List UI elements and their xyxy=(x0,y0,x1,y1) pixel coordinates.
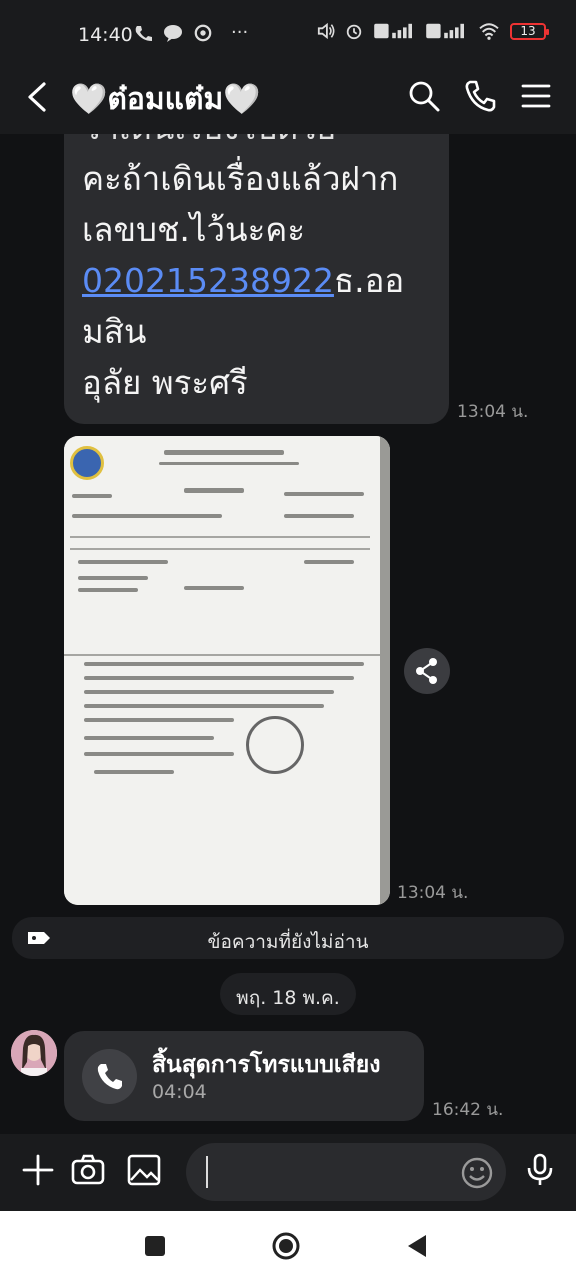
date-label: พฤ. 18 พ.ค. xyxy=(236,987,340,1009)
doc-text-line xyxy=(84,704,324,708)
doc-text-line xyxy=(84,718,234,722)
system-nav-bar xyxy=(0,1211,576,1280)
message-text: ว่าเดินเรื่องไปด้วย คะถ้าเดินเรื่องแล้วฝ… xyxy=(82,108,442,408)
call-time: 16:42 น. xyxy=(432,1100,504,1120)
battery-indicator: 13 xyxy=(510,22,549,40)
message-line: อุลัย พระศรี xyxy=(82,363,248,402)
doc-text-line xyxy=(284,514,354,518)
doc-text-line xyxy=(304,560,354,564)
vibrate-icon xyxy=(317,22,335,40)
message-line: เลขบช.ไว้นะคะ xyxy=(82,210,306,249)
photo-time: 13:04 น. xyxy=(397,883,469,903)
back-arrow-icon[interactable] xyxy=(22,78,56,116)
avatar[interactable] xyxy=(11,1030,57,1076)
share-button[interactable] xyxy=(404,648,450,694)
lte-signal-icon xyxy=(374,23,412,39)
wifi-icon xyxy=(479,23,499,40)
doc-text-line xyxy=(164,450,284,455)
doc-text-line xyxy=(84,752,234,756)
avatar-image xyxy=(11,1030,57,1076)
message-input-bar xyxy=(0,1134,576,1211)
chrome-status-icon xyxy=(194,24,212,41)
chat-header: 🤍ต๋อมแต๋ม🤍 xyxy=(0,60,576,134)
more-notifications-icon: ··· xyxy=(231,22,249,43)
gallery-icon[interactable] xyxy=(126,1152,162,1188)
text-caret xyxy=(206,1156,208,1188)
doc-text-line xyxy=(78,560,168,564)
doc-text-line xyxy=(159,462,299,465)
doc-text-line xyxy=(184,488,244,493)
unread-label: ข้อความที่ยังไม่อ่าน xyxy=(207,931,369,953)
doc-text-line xyxy=(284,492,364,496)
search-icon[interactable] xyxy=(406,78,442,114)
doc-rule xyxy=(70,536,370,538)
call-icon-circle xyxy=(82,1049,137,1104)
doc-rule xyxy=(64,654,384,656)
doc-text-line xyxy=(84,690,334,694)
unread-divider: ข้อความที่ยังไม่อ่าน xyxy=(12,917,564,959)
share-icon xyxy=(416,658,437,684)
document-image xyxy=(64,436,384,905)
document-logo xyxy=(70,446,104,480)
phone-icon xyxy=(97,1064,122,1090)
doc-text-line xyxy=(78,576,148,580)
doc-text-line xyxy=(84,676,354,680)
plus-icon[interactable] xyxy=(20,1152,56,1188)
message-time: 13:04 น. xyxy=(457,402,529,422)
doc-rule xyxy=(70,548,370,550)
microphone-icon[interactable] xyxy=(522,1152,558,1188)
message-line: คะถ้าเดินเรื่องแล้วฝาก xyxy=(82,159,399,198)
document-edge xyxy=(380,436,390,905)
status-bar: 14:40 ··· 13 xyxy=(0,0,576,60)
doc-text-line xyxy=(84,662,364,666)
emoji-icon[interactable] xyxy=(460,1156,494,1190)
date-divider: พฤ. 18 พ.ค. xyxy=(220,973,356,1015)
call-duration: 04:04 xyxy=(152,1081,207,1103)
message-line-with-link: 020215238922ธ.ออ xyxy=(82,255,442,306)
photo-attachment[interactable] xyxy=(64,436,390,905)
message-line: มสิน xyxy=(82,312,147,351)
phone-call-icon[interactable] xyxy=(462,78,498,114)
call-title: สิ้นสุดการโทรแบบเสียง xyxy=(152,1052,381,1078)
status-right-icons: 13 xyxy=(316,22,549,40)
alarm-icon xyxy=(346,24,362,40)
recent-apps-icon[interactable] xyxy=(140,1231,170,1261)
account-number-link[interactable]: 020215238922 xyxy=(82,261,334,300)
camera-icon[interactable] xyxy=(70,1152,106,1188)
lte-signal-2-icon xyxy=(426,23,464,39)
document-stamp xyxy=(246,716,304,774)
chat-title[interactable]: 🤍ต๋อมแต๋ม🤍 xyxy=(70,76,261,123)
message-status-icon xyxy=(164,24,182,42)
status-time: 14:40 xyxy=(78,24,133,46)
doc-text-line xyxy=(94,770,174,774)
status-left-icons: ··· xyxy=(133,22,248,43)
bank-name-text: ธ.ออ xyxy=(333,261,405,300)
doc-text-line xyxy=(78,588,138,592)
doc-text-line xyxy=(72,494,112,498)
message-input[interactable] xyxy=(186,1143,506,1201)
doc-text-line xyxy=(84,736,214,740)
call-log-bubble[interactable]: สิ้นสุดการโทรแบบเสียง 04:04 xyxy=(64,1031,424,1121)
doc-text-line xyxy=(184,586,244,590)
home-icon[interactable] xyxy=(271,1231,301,1261)
phone-call-status-icon xyxy=(135,25,152,41)
back-nav-icon[interactable] xyxy=(402,1231,432,1261)
doc-text-line xyxy=(72,514,222,518)
menu-icon[interactable] xyxy=(518,78,554,114)
